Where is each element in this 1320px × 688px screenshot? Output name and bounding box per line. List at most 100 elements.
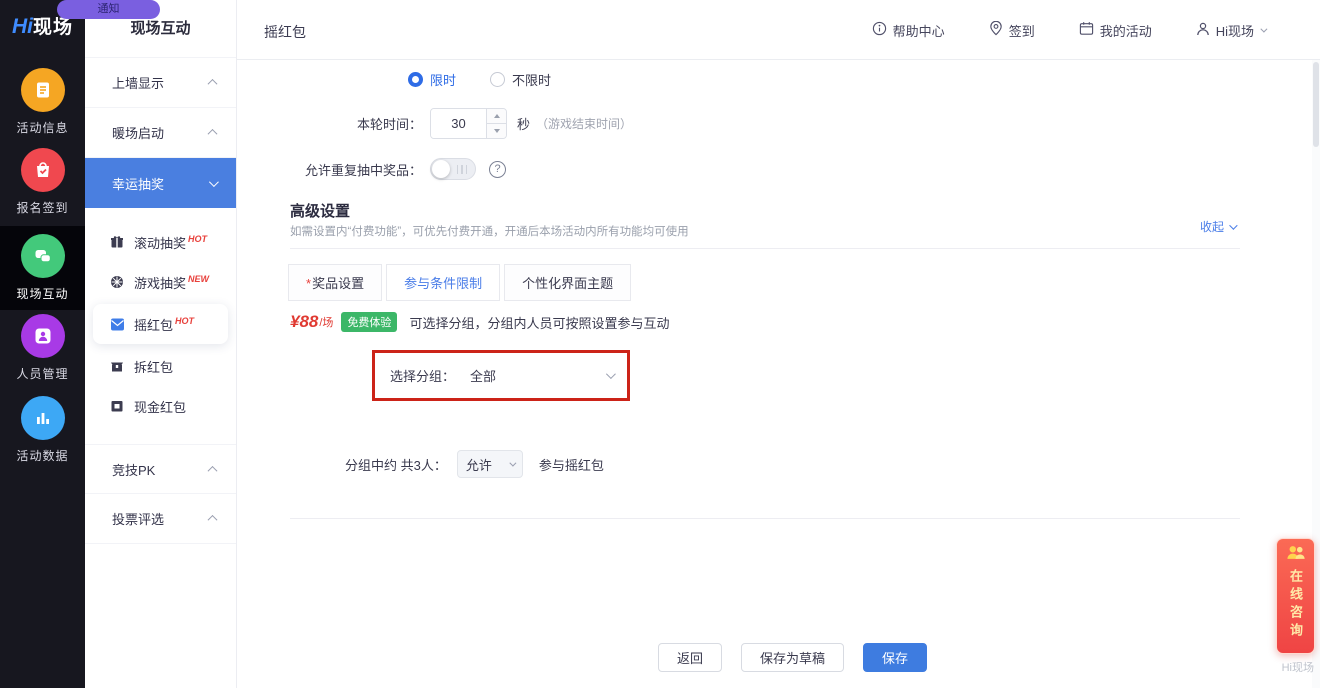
account-label: Hi现场 [1216, 21, 1254, 40]
help-tooltip-icon[interactable]: ? [489, 161, 506, 178]
stepper-down-button[interactable] [487, 124, 506, 138]
open-box-icon [109, 359, 125, 373]
sidebar-item-people-management[interactable]: 人员管理 [0, 314, 85, 382]
help-center-link[interactable]: 帮助中心 [872, 21, 945, 40]
menu-group-warmup[interactable]: 暖场启动 [85, 108, 236, 158]
menu-group-voting[interactable]: 投票评选 [85, 494, 236, 544]
group-select-dropdown[interactable]: 全部 [470, 366, 496, 385]
chevron-up-icon [208, 465, 218, 475]
radio-selected-icon [408, 72, 423, 87]
breadcrumb: 摇红包 [264, 22, 306, 42]
radio-unlimited-label: 不限时 [512, 70, 551, 89]
chevron-down-icon [509, 459, 516, 466]
round-time-input[interactable] [431, 109, 486, 138]
submenu: 滚动抽奖 HOT 游戏抽奖 NEW 摇红包 HOT [85, 208, 236, 426]
stepper-up-button[interactable] [487, 109, 506, 124]
round-time-input-group [430, 108, 507, 139]
checkin-label: 签到 [1009, 21, 1035, 40]
primary-sidebar: Hi现场 活动信息 报名签到 现场互动 人员管理 [0, 0, 85, 688]
online-consult-widget[interactable]: 在线咨询 [1276, 538, 1315, 654]
checkin-link[interactable]: 签到 [989, 21, 1035, 40]
section-divider [290, 518, 1240, 519]
save-draft-button[interactable]: 保存为草稿 [741, 643, 844, 672]
chevron-up-icon [208, 129, 218, 139]
brand-logo-hi: Hi [12, 15, 33, 38]
top-bar: 摇红包 帮助中心 签到 我的活动 [237, 0, 1320, 60]
submenu-item-shake-red-packet[interactable]: 摇红包 HOT [93, 304, 228, 344]
menu-group-label: 竞技PK [112, 460, 155, 479]
required-asterisk: * [306, 276, 311, 291]
radio-unselected-icon [490, 72, 505, 87]
menu-group-wall-display[interactable]: 上墙显示 [85, 58, 236, 108]
chevron-up-icon [208, 79, 218, 89]
repeat-win-toggle[interactable] [430, 158, 476, 180]
arrow-up-icon [494, 114, 500, 118]
arrow-down-icon [494, 129, 500, 133]
sidebar-item-label: 人员管理 [0, 365, 85, 382]
sidebar-item-activity-data[interactable]: 活动数据 [0, 396, 85, 464]
repeat-win-label: 允许重复抽中奖品： [237, 160, 422, 179]
repeat-win-row: 允许重复抽中奖品： ? [237, 158, 506, 180]
top-menu: 帮助中心 签到 我的活动 Hi现场 [872, 0, 1265, 60]
submenu-item-game-draw[interactable]: 游戏抽奖 NEW [85, 262, 236, 302]
collapse-label: 收起 [1200, 218, 1224, 235]
account-menu[interactable]: Hi现场 [1196, 21, 1265, 40]
advanced-settings-title: 高级设置 [290, 200, 350, 221]
online-consult-label: 在线咨询 [1286, 569, 1305, 641]
chevron-down-icon [1260, 25, 1267, 32]
price-description: 可选择分组，分组内人员可按照设置参与互动 [409, 313, 669, 332]
tab-label: 个性化界面主题 [522, 276, 613, 291]
back-button[interactable]: 返回 [658, 643, 722, 672]
radio-limited-label: 限时 [430, 70, 456, 89]
user-icon [1196, 22, 1210, 39]
menu-group-pk[interactable]: 竞技PK [85, 444, 236, 494]
chat-icon [21, 234, 65, 278]
hot-tag: HOT [175, 316, 194, 326]
menu-group-label: 投票评选 [112, 509, 164, 528]
free-trial-badge: 免费体验 [341, 312, 397, 332]
menu-group-lucky-draw[interactable]: 幸运抽奖 [85, 158, 236, 208]
permission-select[interactable]: 允许 [457, 450, 523, 478]
watermark-text: Hi现场 [1282, 659, 1314, 675]
radio-unlimited[interactable]: 不限时 [490, 70, 551, 89]
chevron-down-icon [606, 369, 616, 379]
submenu-item-cash-red-packet[interactable]: 现金红包 [85, 386, 236, 426]
sidebar-item-label: 报名签到 [0, 199, 85, 216]
price-per-unit: /场 [319, 314, 333, 330]
my-activities-link[interactable]: 我的活动 [1079, 21, 1152, 40]
submenu-item-label: 游戏抽奖 [134, 273, 186, 292]
section-divider [290, 248, 1240, 249]
sidebar-item-label: 现场互动 [0, 285, 85, 302]
scrollbar-thumb[interactable] [1313, 62, 1319, 147]
round-time-unit: 秒 [517, 114, 530, 133]
submenu-item-label: 摇红包 [134, 315, 173, 334]
person-icon [21, 314, 65, 358]
timing-radio-group: 限时 不限时 [408, 70, 551, 89]
my-activities-label: 我的活动 [1100, 21, 1152, 40]
doc-icon [21, 68, 65, 112]
sidebar-item-label: 活动信息 [0, 119, 85, 136]
collapse-link[interactable]: 收起 [1200, 218, 1235, 235]
secondary-sidebar: 现场互动 上墙显示 暖场启动 幸运抽奖 滚动抽奖 HOT [85, 0, 237, 688]
new-tag: NEW [188, 274, 209, 284]
submenu-item-open-red-packet[interactable]: 拆红包 [85, 346, 236, 386]
sidebar-item-signup-checkin[interactable]: 报名签到 [0, 148, 85, 216]
sidebar-item-live-interaction[interactable]: 现场互动 [0, 226, 85, 310]
tab-participation-limits[interactable]: 参与条件限制 [386, 264, 500, 301]
chevron-down-icon [1229, 221, 1237, 229]
submenu-item-rolling-draw[interactable]: 滚动抽奖 HOT [85, 222, 236, 262]
radio-limited[interactable]: 限时 [408, 70, 456, 89]
notice-pill[interactable]: 通知 [57, 0, 160, 19]
brand-logo-text: 现场 [33, 17, 73, 38]
chevron-up-icon [208, 515, 218, 525]
group-permission-row: 分组中约 共3人： 允许 参与摇红包 [345, 450, 604, 478]
toggle-texture [457, 165, 468, 174]
tab-prize-settings[interactable]: *奖品设置 [288, 264, 382, 301]
save-button[interactable]: 保存 [863, 643, 927, 672]
tab-label: 参与条件限制 [404, 276, 482, 291]
sidebar-item-activity-info[interactable]: 活动信息 [0, 68, 85, 136]
tab-custom-theme[interactable]: 个性化界面主题 [504, 264, 631, 301]
permission-value: 允许 [466, 455, 492, 474]
main-content: 限时 不限时 本轮时间： 秒 （游戏结束时间） 允许重复抽中奖品： [237, 60, 1320, 688]
hot-tag: HOT [188, 234, 207, 244]
